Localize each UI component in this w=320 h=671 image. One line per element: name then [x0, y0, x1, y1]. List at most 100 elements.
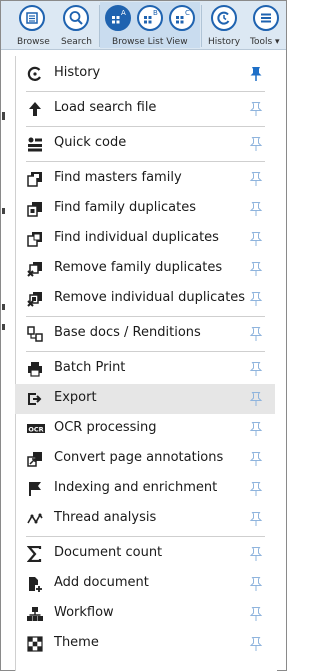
history-toolbar-icon — [211, 5, 237, 31]
upload-arrow-icon — [27, 101, 43, 117]
flag-icon — [27, 481, 43, 497]
search-button[interactable]: Search — [59, 1, 97, 49]
toolbar-separator — [201, 5, 202, 47]
browse-icon — [19, 5, 45, 31]
pin-icon[interactable] — [249, 421, 263, 437]
menu-separator — [26, 316, 265, 317]
menu-item-label: Find masters family — [54, 170, 182, 185]
menu-item-history[interactable]: History — [15, 59, 275, 89]
menu-item-add-document[interactable]: Add document — [15, 569, 275, 599]
menu-item-document-count[interactable]: Document count — [15, 539, 275, 569]
menu-item-label: Indexing and enrichment — [54, 480, 218, 495]
menu-separator — [26, 351, 265, 352]
history-button[interactable]: History — [205, 1, 243, 49]
menu-item-find-family-duplicates[interactable]: Find family duplicates — [15, 194, 275, 224]
pin-icon[interactable] — [249, 391, 263, 407]
pin-icon[interactable] — [249, 576, 263, 592]
history-label: History — [208, 37, 241, 47]
menu-item-convert-page-annotations[interactable]: Convert page annotations — [15, 444, 275, 474]
browse-list-view-label: Browse List View — [112, 37, 188, 47]
menu-separator — [26, 91, 265, 92]
menu-item-workflow[interactable]: Workflow — [15, 599, 275, 629]
sigma-icon — [26, 545, 43, 563]
workflow-icon — [27, 606, 43, 622]
pin-icon[interactable] — [249, 136, 263, 152]
pin-icon[interactable] — [249, 361, 263, 377]
remove-individual-duplicates-icon — [27, 291, 43, 307]
menu-item-label: Add document — [54, 575, 149, 590]
menu-item-label: Remove family duplicates — [54, 260, 223, 275]
menu-item-quick-code[interactable]: Quick code — [15, 129, 275, 159]
pin-icon[interactable] — [249, 546, 263, 562]
ocr-icon: OCR — [27, 421, 45, 437]
menu-item-label: History — [54, 65, 101, 80]
pin-icon[interactable] — [249, 261, 263, 277]
list-view-a-icon: A — [105, 5, 131, 31]
theme-checker-icon — [27, 636, 43, 652]
menu-item-load-search-file[interactable]: Load search file — [15, 94, 275, 124]
pin-icon[interactable] — [249, 101, 263, 117]
pin-icon[interactable] — [249, 481, 263, 497]
tools-button[interactable]: Tools ▾ — [245, 1, 285, 49]
menu-item-ocr-processing[interactable]: OCR OCR processing — [15, 414, 275, 444]
menu-item-indexing-and-enrichment[interactable]: Indexing and enrichment — [15, 474, 275, 504]
pin-icon[interactable] — [249, 451, 263, 467]
base-docs-icon — [27, 326, 43, 342]
pin-icon[interactable] — [249, 606, 263, 622]
background-content-fragment — [2, 304, 5, 310]
menu-item-label: Document count — [54, 545, 163, 560]
history-icon — [27, 66, 43, 82]
menu-item-label: Remove individual duplicates — [54, 290, 246, 305]
menu-item-base-docs-renditions[interactable]: Base docs / Renditions — [15, 319, 275, 349]
pin-icon[interactable] — [249, 201, 263, 217]
list-view-b-icon: B — [137, 5, 163, 31]
menu-item-label: Quick code — [54, 135, 127, 150]
convert-annotations-icon — [27, 451, 43, 467]
pin-icon-pinned[interactable] — [249, 66, 263, 82]
search-label: Search — [61, 37, 92, 47]
menu-item-remove-family-duplicates[interactable]: Remove family duplicates — [15, 254, 275, 284]
find-masters-family-icon — [27, 171, 43, 187]
pin-icon[interactable] — [249, 291, 263, 307]
menu-item-export[interactable]: Export — [15, 384, 275, 414]
add-document-icon — [27, 576, 43, 592]
menu-item-label: Load search file — [54, 100, 157, 115]
browse-label: Browse — [17, 37, 50, 47]
export-icon — [27, 391, 43, 407]
menu-item-label: Find family duplicates — [54, 200, 196, 215]
list-badge-c: C — [185, 9, 190, 17]
pin-icon[interactable] — [249, 636, 263, 652]
pin-icon[interactable] — [249, 231, 263, 247]
menu-item-thread-analysis[interactable]: Thread analysis — [15, 504, 275, 534]
background-content-fragment — [2, 112, 5, 120]
remove-family-duplicates-icon — [27, 261, 43, 277]
find-family-duplicates-icon — [27, 201, 43, 217]
menu-item-label: Theme — [54, 635, 99, 650]
menu-item-label: Workflow — [54, 605, 114, 620]
menu-item-find-masters-family[interactable]: Find masters family — [15, 164, 275, 194]
tools-label: Tools ▾ — [250, 37, 280, 47]
menu-item-label: Export — [54, 390, 97, 405]
pin-icon[interactable] — [249, 171, 263, 187]
menu-item-label: Find individual duplicates — [54, 230, 219, 245]
hamburger-icon — [253, 5, 279, 31]
browse-button[interactable]: Browse — [5, 1, 59, 49]
pin-icon[interactable] — [249, 511, 263, 527]
menu-item-label: OCR processing — [54, 420, 157, 435]
chevron-down-icon: ▾ — [275, 37, 280, 47]
menu-item-batch-print[interactable]: Batch Print — [15, 354, 275, 384]
background-content-fragment — [2, 208, 5, 214]
toolbar: Browse Search A B C Browse List View His… — [1, 1, 286, 50]
menu-item-find-individual-duplicates[interactable]: Find individual duplicates — [15, 224, 275, 254]
menu-separator — [26, 161, 265, 162]
menu-item-label: Base docs / Renditions — [54, 325, 201, 340]
menu-item-theme[interactable]: Theme — [15, 629, 275, 659]
search-icon — [63, 5, 89, 31]
ocr-badge-text: OCR — [28, 426, 43, 434]
menu-item-label: Convert page annotations — [54, 450, 224, 465]
list-badge-a: A — [121, 9, 126, 17]
menu-item-label: Thread analysis — [54, 510, 157, 525]
pin-icon[interactable] — [249, 326, 263, 342]
menu-item-remove-individual-duplicates[interactable]: Remove individual duplicates — [15, 284, 275, 314]
thread-analysis-icon — [27, 511, 43, 527]
